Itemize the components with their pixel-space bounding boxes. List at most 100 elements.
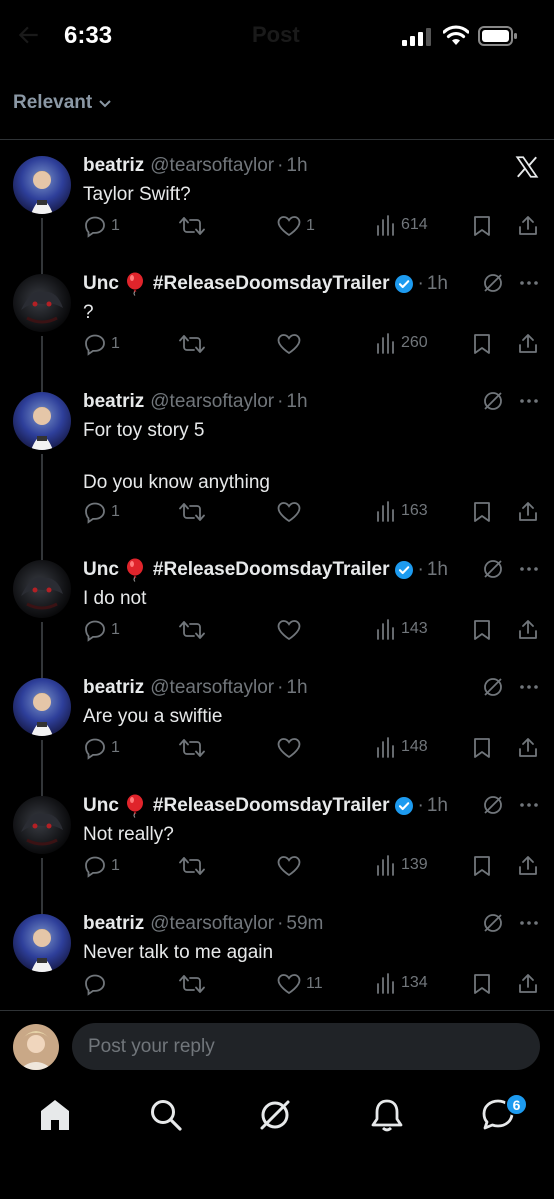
more-icon[interactable] (518, 272, 540, 294)
post-text: ? (83, 302, 94, 323)
reply-button[interactable] (83, 972, 111, 996)
author-handle[interactable]: @tearsoftaylor (150, 913, 274, 935)
repost-button[interactable] (179, 618, 209, 642)
like-button[interactable]: 11 (276, 972, 323, 996)
share-button[interactable] (516, 332, 540, 356)
bookmark-button[interactable] (471, 854, 493, 878)
grok-icon[interactable] (482, 912, 504, 934)
like-button[interactable]: 1 (276, 214, 315, 238)
views-button[interactable]: 614 (375, 214, 428, 236)
more-icon[interactable] (518, 390, 540, 412)
views-button[interactable]: 163 (375, 500, 428, 522)
reply-input[interactable] (72, 1023, 540, 1070)
author-name[interactable]: beatriz (83, 677, 144, 699)
bookmark-button[interactable] (471, 500, 493, 524)
thread-post[interactable]: Unc #ReleaseDoomsdayTrailer · 1h ? 1 260 (0, 258, 554, 376)
post-time[interactable]: 1h (286, 155, 307, 177)
reply-button[interactable]: 1 (83, 618, 120, 642)
nav-grok[interactable] (257, 1097, 293, 1133)
bookmark-button[interactable] (471, 618, 493, 642)
x-logo-icon[interactable] (514, 154, 540, 180)
views-button[interactable]: 148 (375, 736, 428, 758)
views-button[interactable]: 260 (375, 332, 428, 354)
post-time[interactable]: 1h (427, 559, 448, 581)
nav-notifications[interactable] (369, 1097, 405, 1133)
author-name[interactable]: beatriz (83, 913, 144, 935)
avatar[interactable] (13, 392, 71, 450)
avatar[interactable] (13, 156, 71, 214)
current-user-avatar[interactable] (13, 1024, 59, 1070)
nav-search[interactable] (148, 1097, 184, 1133)
author-name[interactable]: beatriz (83, 391, 144, 413)
relevance-filter-dropdown[interactable]: Relevant (13, 92, 112, 114)
reply-button[interactable]: 1 (83, 214, 120, 238)
grok-icon[interactable] (482, 794, 504, 816)
reply-button[interactable]: 1 (83, 854, 120, 878)
more-icon[interactable] (518, 794, 540, 816)
author-name[interactable]: Unc (83, 559, 119, 581)
more-icon[interactable] (518, 558, 540, 580)
author-hashtag-name[interactable]: #ReleaseDoomsdayTrailer (153, 559, 390, 581)
repost-button[interactable] (179, 854, 209, 878)
thread-line (41, 454, 43, 544)
avatar[interactable] (13, 678, 71, 736)
share-button[interactable] (516, 214, 540, 238)
reply-button[interactable]: 1 (83, 500, 120, 524)
grok-icon[interactable] (482, 390, 504, 412)
share-button[interactable] (516, 618, 540, 642)
author-handle[interactable]: @tearsoftaylor (150, 677, 274, 699)
bookmark-button[interactable] (471, 736, 493, 760)
author-name[interactable]: beatriz (83, 155, 144, 177)
bookmark-button[interactable] (471, 972, 493, 996)
post-time[interactable]: 59m (286, 913, 323, 935)
more-icon[interactable] (518, 676, 540, 698)
views-button[interactable]: 139 (375, 854, 428, 876)
like-button[interactable] (276, 736, 306, 760)
author-name[interactable]: Unc (83, 273, 119, 295)
grok-icon[interactable] (482, 676, 504, 698)
thread-post[interactable]: beatriz @tearsoftaylor · 1h Are you a sw… (0, 662, 554, 780)
bookmark-button[interactable] (471, 332, 493, 356)
like-button[interactable] (276, 618, 306, 642)
share-button[interactable] (516, 500, 540, 524)
author-hashtag-name[interactable]: #ReleaseDoomsdayTrailer (153, 273, 390, 295)
thread-post[interactable]: beatriz @tearsoftaylor · 1h For toy stor… (0, 376, 554, 544)
thread-post[interactable]: beatriz @tearsoftaylor · 59m Never talk … (0, 898, 554, 1016)
avatar[interactable] (13, 274, 71, 332)
post-time[interactable]: 1h (427, 795, 448, 817)
nav-home[interactable] (38, 1097, 72, 1133)
grok-icon[interactable] (482, 558, 504, 580)
repost-button[interactable] (179, 332, 209, 356)
like-button[interactable] (276, 332, 306, 356)
thread-post[interactable]: Unc #ReleaseDoomsdayTrailer · 1h Not rea… (0, 780, 554, 898)
repost-icon (179, 621, 205, 639)
thread-post[interactable]: beatriz @tearsoftaylor · 1h Taylor Swift… (0, 140, 554, 258)
thread-post[interactable]: Unc #ReleaseDoomsdayTrailer · 1h I do no… (0, 544, 554, 662)
more-icon[interactable] (518, 912, 540, 934)
grok-icon[interactable] (482, 272, 504, 294)
avatar[interactable] (13, 560, 71, 618)
share-button[interactable] (516, 854, 540, 878)
reply-button[interactable]: 1 (83, 332, 120, 356)
avatar[interactable] (13, 914, 71, 972)
repost-button[interactable] (179, 214, 209, 238)
author-hashtag-name[interactable]: #ReleaseDoomsdayTrailer (153, 795, 390, 817)
repost-button[interactable] (179, 500, 209, 524)
share-button[interactable] (516, 972, 540, 996)
bookmark-button[interactable] (471, 214, 493, 238)
like-button[interactable] (276, 854, 306, 878)
share-button[interactable] (516, 736, 540, 760)
views-button[interactable]: 134 (375, 972, 428, 994)
repost-button[interactable] (179, 736, 209, 760)
reply-button[interactable]: 1 (83, 736, 120, 760)
avatar[interactable] (13, 796, 71, 854)
post-time[interactable]: 1h (286, 391, 307, 413)
like-button[interactable] (276, 500, 306, 524)
views-button[interactable]: 143 (375, 618, 428, 640)
author-name[interactable]: Unc (83, 795, 119, 817)
author-handle[interactable]: @tearsoftaylor (150, 391, 274, 413)
author-handle[interactable]: @tearsoftaylor (150, 155, 274, 177)
post-time[interactable]: 1h (286, 677, 307, 699)
repost-button[interactable] (179, 972, 209, 996)
post-time[interactable]: 1h (427, 273, 448, 295)
